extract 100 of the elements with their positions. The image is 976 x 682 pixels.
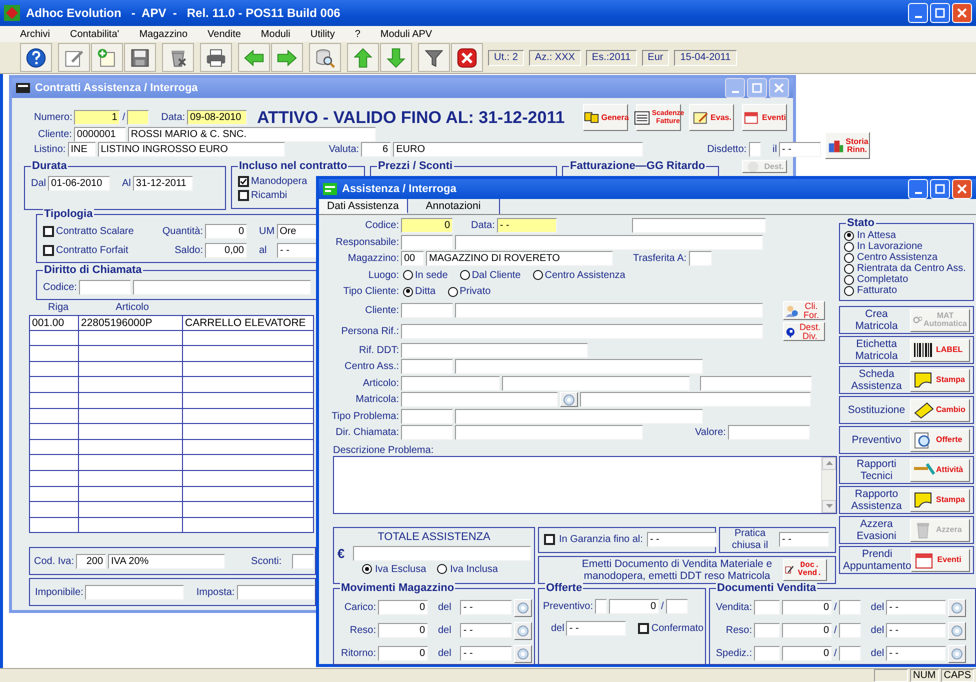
radio-button[interactable] [437, 564, 448, 574]
input-field[interactable]: - - [886, 623, 946, 638]
input-field[interactable]: 01-06-2010 [48, 176, 110, 191]
lookup-button[interactable] [948, 622, 966, 640]
toolbar-button[interactable]: Evas. [689, 104, 734, 131]
input-field[interactable] [502, 376, 690, 391]
input-field[interactable]: ROSSI MARIO & C. SNC. [128, 127, 376, 142]
input-field[interactable]: - - [277, 243, 319, 258]
radio-button[interactable] [460, 270, 470, 280]
checkbox[interactable] [43, 226, 54, 237]
action-button[interactable]: Eventi [911, 548, 970, 572]
toolbar-button[interactable]: Genera [583, 104, 628, 131]
input-field[interactable] [401, 392, 558, 408]
input-field[interactable]: - - [886, 646, 946, 661]
menu-item[interactable]: Moduli APV [374, 28, 446, 40]
input-field[interactable] [455, 359, 703, 374]
action-button[interactable]: LABEL [910, 338, 970, 362]
text-area[interactable] [333, 456, 837, 514]
checkbox[interactable] [638, 622, 650, 634]
input-field[interactable]: - - [460, 623, 512, 638]
input-field[interactable] [401, 342, 588, 358]
input-field[interactable] [401, 303, 453, 318]
input-field[interactable]: 0 [609, 598, 660, 614]
menu-item[interactable]: Utility [304, 28, 349, 40]
input-field[interactable]: 0 [782, 623, 832, 638]
action-button[interactable]: Offerte [910, 428, 970, 452]
input-field[interactable] [666, 598, 688, 614]
input-field[interactable]: INE [68, 142, 96, 157]
input-field[interactable]: - - [779, 532, 829, 547]
checkbox[interactable] [238, 176, 249, 187]
input-field[interactable] [754, 646, 780, 661]
input-field[interactable] [401, 408, 453, 424]
radio-button[interactable] [532, 270, 543, 280]
radio-button[interactable] [403, 286, 413, 297]
input-field[interactable] [455, 234, 763, 250]
input-field[interactable]: 0 [378, 600, 428, 615]
input-field[interactable]: 0 [205, 224, 247, 239]
input-field[interactable]: 0 [782, 600, 832, 615]
input-field[interactable]: 1 [74, 110, 120, 125]
action-button[interactable]: Attività [910, 458, 970, 482]
menu-item[interactable]: Vendite [202, 28, 255, 40]
input-field[interactable]: 0 [378, 646, 428, 661]
radio-button[interactable] [362, 564, 372, 574]
minimize-button[interactable] [725, 78, 745, 98]
input-field[interactable] [632, 218, 766, 234]
action-button[interactable]: Doc. Vend. [783, 558, 827, 580]
lookup-button[interactable] [514, 644, 532, 662]
input-field[interactable] [838, 646, 861, 661]
action-button[interactable]: Cli. For. [783, 301, 825, 320]
input-field[interactable]: 09-08-2010 [187, 110, 248, 125]
action-button[interactable]: Stampa [910, 488, 970, 512]
menu-item[interactable]: Magazzino [133, 28, 202, 40]
toolbar-button[interactable]: Storia Rinn. [825, 132, 870, 159]
close-button[interactable] [769, 78, 789, 98]
input-field[interactable]: 0000001 [74, 127, 126, 142]
input-field[interactable] [580, 392, 811, 408]
input-field[interactable] [85, 584, 184, 600]
input-field[interactable]: Ore [276, 224, 319, 239]
input-field[interactable] [401, 324, 763, 339]
input-field[interactable] [78, 280, 131, 295]
input-field[interactable] [838, 623, 861, 638]
input-field[interactable]: 0 [378, 623, 428, 638]
lookup-button[interactable] [514, 598, 532, 616]
checkbox[interactable] [544, 534, 555, 545]
checkbox[interactable] [238, 190, 249, 201]
input-field[interactable]: 0 [401, 218, 453, 234]
input-field[interactable] [236, 584, 315, 600]
input-field[interactable]: - - [566, 620, 626, 636]
input-field[interactable] [754, 623, 780, 638]
lookup-button[interactable] [948, 598, 966, 616]
lookup-button[interactable] [514, 622, 532, 640]
menu-item[interactable]: ? [348, 28, 374, 40]
input-field[interactable] [748, 142, 761, 157]
toolbar-button[interactable] [58, 43, 90, 72]
input-field[interactable]: 6 [361, 142, 392, 157]
lookup-button[interactable] [560, 392, 578, 408]
input-field[interactable] [838, 600, 861, 615]
action-button[interactable]: Dest. Div. [783, 322, 825, 341]
input-field[interactable] [352, 546, 531, 560]
input-field[interactable]: 0,00 [205, 243, 247, 258]
menu-item[interactable]: Archivi [14, 28, 64, 40]
input-field[interactable]: EURO [393, 142, 644, 157]
input-field[interactable] [401, 234, 453, 250]
radio-button[interactable] [844, 286, 854, 296]
input-field[interactable] [455, 303, 763, 318]
input-field[interactable]: 00 [401, 251, 424, 266]
toolbar-button[interactable] [124, 43, 156, 72]
input-field[interactable]: 0 [782, 646, 832, 661]
scrollbar[interactable] [821, 456, 836, 512]
action-button[interactable]: Stampa [910, 368, 970, 392]
maximize-button[interactable] [747, 78, 767, 98]
radio-button[interactable] [844, 264, 854, 274]
menu-item[interactable]: Moduli [254, 28, 304, 40]
input-field[interactable] [401, 376, 500, 391]
action-button[interactable]: Cambio [910, 398, 970, 422]
input-field[interactable] [595, 598, 608, 614]
radio-button[interactable] [844, 252, 854, 262]
input-field[interactable] [700, 376, 812, 391]
input-field[interactable] [455, 408, 703, 424]
menu-item[interactable]: Contabilita' [64, 28, 134, 40]
